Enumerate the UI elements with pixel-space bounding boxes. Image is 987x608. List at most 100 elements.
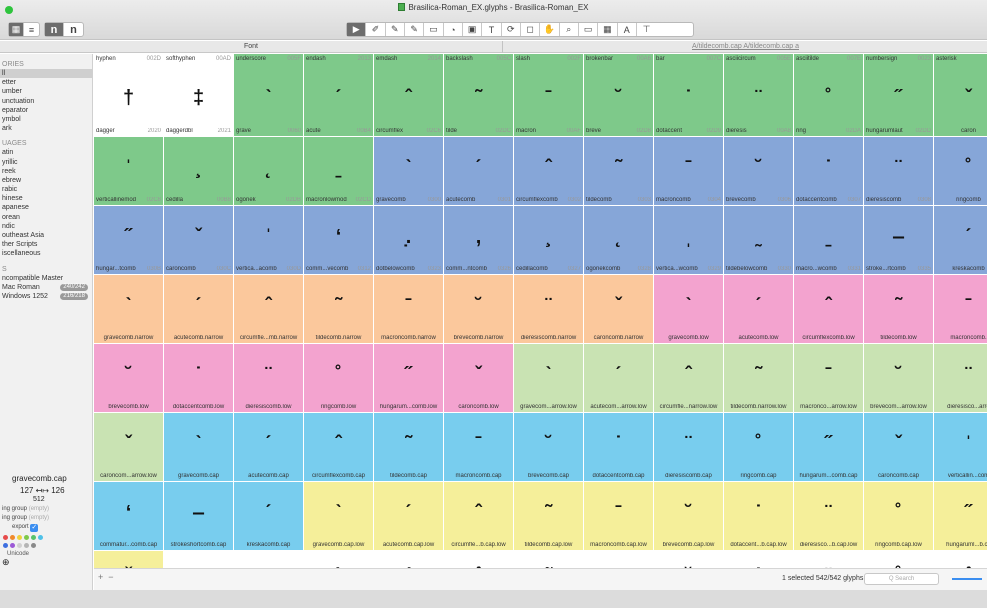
glyph-cell[interactable]: ˉ macroncomb.cap.low — [584, 482, 654, 551]
glyph-cell[interactable]: ˊ acutecomb.cap.low — [374, 482, 444, 551]
glyph-cell[interactable]: ˛ 02DB ogonek — [234, 137, 304, 206]
glyph-cell[interactable]: ˘ brevecomb.cap — [514, 413, 584, 482]
glyph-cell[interactable]: ˊ acutecom...arrow.low — [584, 344, 654, 413]
glyph-cell[interactable]: ˜ 0303 tildecomb — [584, 137, 654, 206]
sidebar-item-lang[interactable]: yrillic — [0, 158, 92, 167]
glyph-cell[interactable]: ˆ — [444, 551, 514, 568]
glyph-cell[interactable]: ¨ — [794, 551, 864, 568]
glyph-cell[interactable]: ˋ — [304, 551, 374, 568]
glyph-cell[interactable]: ¸ 00B8 cedilla — [164, 137, 234, 206]
glyph-cell[interactable]: ˊ acutecomb.cap — [234, 413, 304, 482]
glyph-cell[interactable]: ˋ gravecomb.cap.low — [304, 482, 374, 551]
glyph-cell[interactable]: ¨ 0308 dieresiscomb — [864, 137, 934, 206]
glyph-cell[interactable]: asterisk ˇ caron — [934, 54, 987, 137]
sidebar-item-lang[interactable]: apanese — [0, 203, 92, 212]
glyph-cell[interactable]: ˘ — [654, 551, 724, 568]
glyph-cell[interactable]: 007E asciitilde ˚ 02DA ring — [794, 54, 864, 137]
text-tool-icon[interactable]: T — [482, 23, 502, 36]
measure-tool-icon[interactable]: ▭ — [579, 23, 599, 36]
sidebar-item-cat[interactable]: ll — [0, 69, 92, 79]
rectangle-tool-icon[interactable]: ▭ — [424, 23, 444, 36]
text-preview-alt-button[interactable]: n — [64, 23, 83, 36]
draw-tool-icon[interactable]: ✐ — [366, 23, 386, 36]
glyph-cell[interactable]: ˉ macroncomb. — [934, 275, 987, 344]
sidebar-item-filter[interactable]: ncompatible Master — [0, 274, 92, 283]
sidebar-item-filter[interactable]: Windows 1252 216/218 — [0, 292, 92, 301]
glyph-cell[interactable]: ˍ 02CD macronlowmod — [304, 137, 374, 206]
glyph-cell[interactable]: 2014 emdash ˆ 02C6 circumflex — [374, 54, 444, 137]
glyph-cell[interactable]: ˇ caroncom...arrow.low — [94, 413, 164, 482]
glyph-cell[interactable]: ˋ gravecomb.cap — [164, 413, 234, 482]
glyph-name-field[interactable]: gravecomb.cap — [0, 474, 92, 483]
sidebar-item-cat[interactable]: etter — [0, 78, 92, 87]
glyph-cell[interactable]: ˜ tildecomb.cap.low — [514, 482, 584, 551]
glyph-cell[interactable]: ˘ brevecomb.cap.low — [654, 482, 724, 551]
glyph-cell[interactable]: ˋ gravecomb.narrow — [94, 275, 164, 344]
glyph-cell[interactable]: ‘ commatur...comb.cap — [94, 482, 164, 551]
glyph-cell[interactable]: ˙ dotaccentcomb.cap — [584, 413, 654, 482]
glyph-cell[interactable]: ˈ verticallin...com — [934, 413, 987, 482]
sidebar-item-lang[interactable]: ebrew — [0, 176, 92, 185]
glyph-cell[interactable]: ¨ dieresiscomb.low — [234, 344, 304, 413]
glyph-cell[interactable]: ˊ 0301 acutecomb — [444, 137, 514, 206]
glyph-cell[interactable]: ˚ — [864, 551, 934, 568]
glyph-cell[interactable]: ˇ 030C caroncomb — [164, 206, 234, 275]
sidebar-item-lang[interactable]: iscellaneous — [0, 249, 92, 258]
glyph-cell[interactable]: ˘ brevecomb.low — [94, 344, 164, 413]
glyph-cell[interactable]: ˝ hungarum...comb.cap — [794, 413, 864, 482]
glyph-cell[interactable]: ˋ 0300 gravecomb — [374, 137, 444, 206]
remove-glyph-button[interactable]: − — [108, 572, 113, 582]
zoom-tool-icon[interactable]: ⌕ — [560, 23, 579, 36]
glyph-cell[interactable]: ˊ kreskacomb.cap — [234, 482, 304, 551]
glyph-cell[interactable]: ˉ — [584, 551, 654, 568]
glyph-cell[interactable]: 005F underscore ˋ 0060 grave — [234, 54, 304, 137]
glyph-cell[interactable]: ˌ — [164, 551, 234, 568]
glyph-cell[interactable]: ˜ tildecomb.low — [864, 275, 934, 344]
glyph-cell[interactable]: ˍ 0331 macro...wcomb — [794, 206, 864, 275]
text-tool-control[interactable]: n n — [44, 22, 84, 37]
glyph-cell[interactable]: ˚ ringcomb — [934, 137, 987, 206]
glyph-cell[interactable]: ˆ — [934, 551, 987, 568]
glyph-cell[interactable]: , 0326 comm...ntcomb — [444, 206, 514, 275]
glyph-cell[interactable]: ˇ — [94, 551, 164, 568]
left-group-field[interactable]: (empty) — [29, 506, 49, 512]
brush-tool-icon[interactable]: ✎ — [405, 23, 425, 36]
glyph-a-tool-icon[interactable]: A — [618, 23, 637, 36]
glyph-cell[interactable]: 00A6 brokenbar ˘ 02D8 breve — [584, 54, 654, 137]
sidebar-item-lang[interactable]: outheast Asia — [0, 231, 92, 240]
sidebar-item-lang[interactable]: hinese — [0, 194, 92, 203]
sidebar-item-lang[interactable]: rabic — [0, 185, 92, 194]
sidebar-item-cat[interactable]: eparator — [0, 106, 92, 115]
glyph-cell[interactable]: ˉ macronco...arrow.low — [794, 344, 864, 413]
glyph-cell[interactable]: ˆ circumfle...mb.narrow — [234, 275, 304, 344]
glyph-cell[interactable]: ˜ — [514, 551, 584, 568]
color-label-dot[interactable] — [10, 543, 15, 548]
color-label-dot[interactable] — [17, 543, 22, 548]
glyph-cell[interactable]: ˆ 0302 circumflexcomb — [514, 137, 584, 206]
knife-tool-icon[interactable]: ◔ — [444, 23, 463, 36]
glyph-cell[interactable]: 005C backslash ˜ 02DC tilde — [444, 54, 514, 137]
glyph-cell[interactable]: ˋ gravecomb.low — [654, 275, 724, 344]
glyph-cell[interactable]: ˙ 0307 dotaccentcomb — [794, 137, 864, 206]
glyph-cell[interactable]: ˜ tildecomb.narrow — [304, 275, 374, 344]
sidebar-item-cat[interactable]: ark — [0, 124, 92, 133]
glyph-cell[interactable]: ¨ dieresiscomb.cap — [654, 413, 724, 482]
right-group-field[interactable]: (empty) — [29, 515, 49, 521]
ruler-tool-icon[interactable]: ⊤ — [637, 23, 656, 36]
glyph-cell[interactable]: ˚ ringcomb.cap.low — [864, 482, 934, 551]
glyph-cell[interactable]: ˌ 0329 vertica...wcomb — [654, 206, 724, 275]
sidebar-item-lang[interactable]: ndic — [0, 222, 92, 231]
glyph-cell[interactable]: 0023 numbersign ˝ 02DD hungarumlaut — [864, 54, 934, 137]
sidebar-item-lang[interactable]: reek — [0, 167, 92, 176]
glyph-cell[interactable]: ˈ 030D vertica...acomb — [234, 206, 304, 275]
zoom-slider[interactable] — [952, 578, 982, 580]
glyph-cell[interactable]: ˜ tildecomb.cap — [374, 413, 444, 482]
glyph-cell[interactable]: ˝ hungaruml...b.ca — [934, 482, 987, 551]
glyph-cell[interactable]: ˇ caroncomb.narrow — [584, 275, 654, 344]
tab-edit-view[interactable]: A/tildecomb.cap A/tildecomb.cap a — [504, 41, 987, 53]
sidebar-item-cat[interactable]: umber — [0, 87, 92, 96]
glyph-cell[interactable]: ˇ caroncomb.cap — [864, 413, 934, 482]
glyph-cell[interactable]: ˆ circumflexcomb.low — [794, 275, 864, 344]
glyph-cell[interactable]: ˊ — [374, 551, 444, 568]
tools-toolbar[interactable]: ▶ ✐ ✎ ✎ ▭ ◔ ▣ T ⟳ ◻ ✋ ⌕ ▭ ▦ A ⊤ — [346, 22, 694, 37]
